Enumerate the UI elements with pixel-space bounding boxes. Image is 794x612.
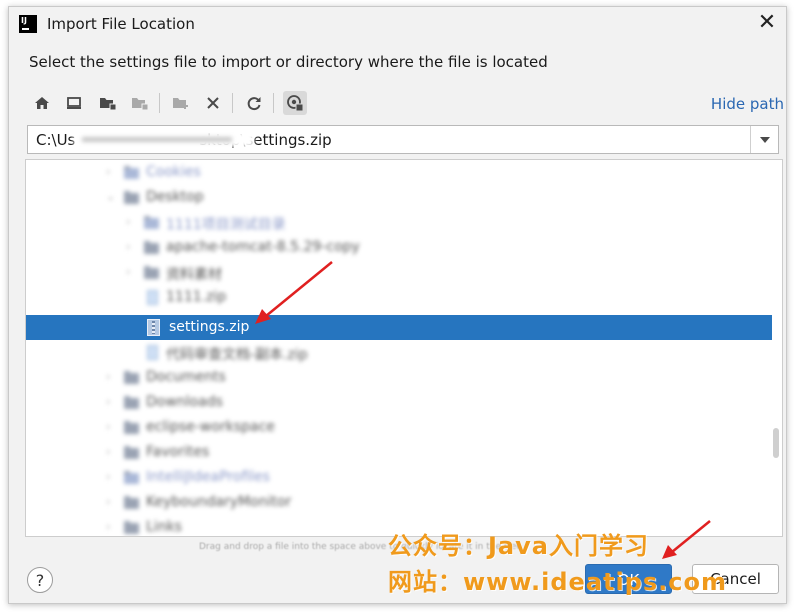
import-file-dialog: IJ Import File Location ✕ Select the set… [8,6,787,604]
tree-row-label: Favorites [146,444,210,460]
tree-row[interactable]: › 1111项目测试目录 [26,210,772,235]
folder-icon [124,471,139,484]
watermark-line-1: 公众号：Java入门学习 [388,532,649,560]
tree-row-label: 代码审查文档-副本.zip [166,347,308,363]
tree-row-label: Links [146,519,182,535]
folder-icon [124,496,139,509]
new-folder-icon [173,98,188,109]
help-icon: ? [35,571,45,590]
tree-row[interactable]: › eclipse-workspace [26,415,772,440]
chevron-right-icon: › [126,240,131,253]
chevron-right-icon: › [106,520,111,533]
show-hidden-icon [287,95,304,112]
folder-icon [124,521,139,534]
tree-row-label: 1111项目测试目录 [166,217,286,233]
folder-icon [124,166,139,179]
folder-icon [124,446,139,459]
tree-row-label: KeyboundaryMonitor [146,494,292,510]
close-icon: ✕ [757,10,777,35]
tree-row-label: 1111.zip [166,289,227,305]
home-button[interactable] [30,91,54,115]
project-folder-icon [100,98,117,111]
tree-row-label: apache-tomcat-8.5.29-copy [166,239,360,255]
module-folder-button[interactable] [128,91,152,115]
tree-row-label: Downloads [146,394,223,410]
refresh-icon [247,97,261,111]
blurred-path-segment [74,132,254,147]
path-dropdown-button[interactable] [750,126,778,153]
folder-icon [124,371,139,384]
delete-button[interactable] [201,91,225,115]
watermark-line-2: 网站：www.ideatips.com [388,568,727,596]
folder-icon [144,266,159,279]
tree-scrollbar-thumb[interactable] [773,428,779,458]
instruction-text: Select the settings file to import or di… [29,53,548,71]
chevron-right-icon: › [106,395,111,408]
file-tree[interactable]: › Cookies ⌄ Desktop › 1111项目测试目录 › apache-to… [25,159,783,537]
chevron-down-icon [759,136,770,143]
tree-row-label: Desktop [146,189,204,205]
tree-row[interactable]: › Favorites [26,440,772,465]
toolbar-separator [232,93,233,113]
chevron-right-icon: › [106,495,111,508]
chevron-right-icon: › [106,470,111,483]
chevron-right-icon: › [106,420,111,433]
help-button[interactable]: ? [27,567,53,593]
folder-icon [144,216,159,229]
module-folder-icon [132,98,149,111]
chevron-right-icon: › [106,165,111,178]
tree-row-label: 资料素材 [166,267,222,283]
file-icon [147,290,158,305]
project-folder-button[interactable] [96,91,120,115]
chevron-right-icon: › [126,265,131,278]
app-icon-text: IJ [21,16,27,25]
file-chooser-toolbar: Hide path [9,89,786,119]
tree-row[interactable]: › 资料素材 [26,260,772,285]
toolbar-separator [159,93,160,113]
chevron-right-icon: › [106,445,111,458]
delete-icon [207,97,219,109]
tree-row-label: Documents [146,369,226,385]
folder-icon [124,191,139,204]
chevron-right-icon: › [126,215,131,228]
folder-icon [144,241,159,254]
chevron-right-icon: › [106,370,111,383]
dialog-title: Import File Location [47,15,195,33]
tree-row[interactable]: › Documents [26,365,772,390]
zip-file-icon [147,319,160,336]
tree-row[interactable]: 1111.zip [26,285,772,310]
tree-row-label: eclipse-workspace [146,419,275,435]
tree-row-label: IntelliJIdeaProfiles [146,469,270,485]
folder-icon [124,421,139,434]
chevron-down-icon: ⌄ [106,190,116,203]
close-button[interactable]: ✕ [754,11,780,37]
tree-row[interactable]: ⌄ Desktop [26,185,772,210]
intellij-app-icon: IJ [19,15,37,33]
path-combobox[interactable] [27,125,779,154]
home-icon [35,97,49,109]
desktop-button[interactable] [62,91,86,115]
new-folder-button[interactable] [169,91,193,115]
tree-row[interactable]: › Cookies [26,160,772,185]
tree-row-label: settings.zip [169,319,250,335]
file-icon [147,345,158,360]
tree-row[interactable]: › KeyboundaryMonitor [26,490,772,515]
tree-row[interactable]: › Downloads [26,390,772,415]
show-hidden-files-button[interactable] [283,91,307,115]
desktop-icon [67,97,81,109]
refresh-button[interactable] [242,91,266,115]
hide-path-link[interactable]: Hide path [711,95,784,113]
tree-row[interactable]: › apache-tomcat-8.5.29-copy [26,235,772,260]
title-bar[interactable]: IJ Import File Location ✕ [9,7,786,41]
tree-row-label: Cookies [146,164,201,180]
tree-row[interactable]: 代码审查文档-副本.zip [26,340,772,365]
toolbar-separator [273,93,274,113]
folder-icon [124,396,139,409]
tree-row[interactable]: › IntelliJIdeaProfiles [26,465,772,490]
tree-row-selected[interactable]: settings.zip [26,315,772,340]
